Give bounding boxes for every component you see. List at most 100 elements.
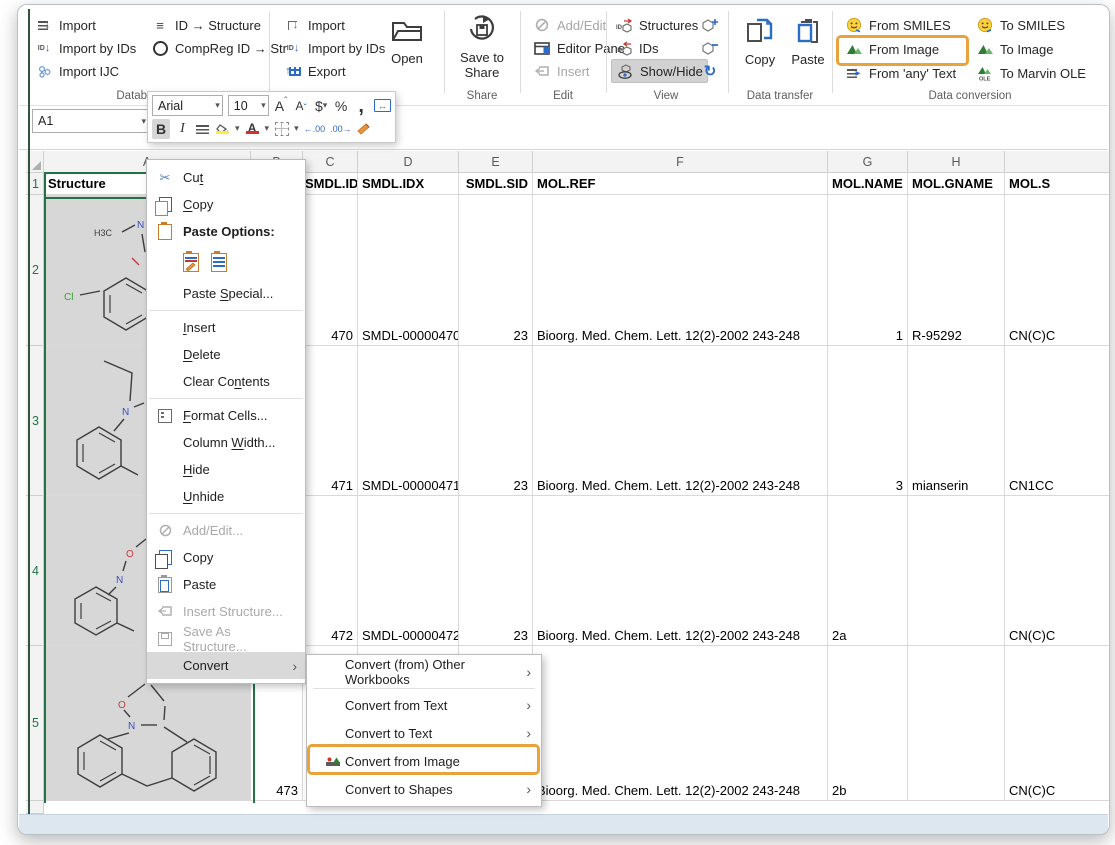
cell-i2[interactable]: CN(C)C [1005, 195, 1110, 346]
id-to-structure-button[interactable]: ≡ ID → Structure [151, 14, 261, 36]
paste-keep-formatting-button[interactable] [183, 253, 199, 272]
cell-c1[interactable]: SMDL.ID [303, 173, 358, 195]
cell-i3[interactable]: CN1CC [1005, 346, 1110, 496]
bold-button[interactable]: B [152, 119, 170, 139]
cell-e2[interactable]: 23 [459, 195, 533, 346]
col-header-g[interactable]: G [828, 151, 908, 173]
io-import-by-ids-button[interactable]: ID↓ Import by IDs [284, 37, 385, 59]
compreg-id-to-str-button[interactable]: CompReg ID → Str [151, 37, 287, 59]
cell-h4[interactable] [908, 496, 1005, 646]
name-box[interactable]: A1 ▾ [32, 109, 149, 133]
import-button[interactable]: ↓ Import [35, 14, 96, 36]
font-size-select[interactable]: 10▾ [228, 95, 269, 116]
comma-style-button[interactable]: , [354, 96, 369, 116]
cell-f5[interactable]: Bioorg. Med. Chem. Lett. 12(2)-2002 243-… [533, 646, 828, 801]
cell-g3[interactable]: 3 [828, 346, 908, 496]
menu-item-convert[interactable]: Convert › [147, 652, 305, 679]
menu-item-paste-special[interactable]: Paste Special... [147, 280, 305, 307]
font-color-button[interactable]: A [245, 119, 260, 139]
menu-item-insert[interactable]: Insert [147, 314, 305, 341]
col-header-c[interactable]: C [303, 151, 358, 173]
cell-g1[interactable]: MOL.NAME [828, 173, 908, 195]
fill-color-button[interactable] [215, 119, 230, 139]
submenu-item-convert-to-text[interactable]: Convert to Text › [307, 719, 541, 747]
copy-button[interactable]: Copy [739, 17, 781, 67]
import-by-ids-button[interactable]: ID↓ Import by IDs [35, 37, 136, 59]
cell-c2[interactable]: 470 [303, 195, 358, 346]
cell-d4[interactable]: SMDL-00000472 [358, 496, 459, 646]
fill-color-caret-icon[interactable]: ▾ [235, 123, 240, 134]
cell-h5[interactable] [908, 646, 1005, 801]
submenu-item-convert-from-text[interactable]: Convert from Text › [307, 691, 541, 719]
cell-f1[interactable]: MOL.REF [533, 173, 828, 195]
col-header-i[interactable] [1005, 151, 1110, 173]
cell-g5[interactable]: 2b [828, 646, 908, 801]
cell-i1[interactable]: MOL.S [1005, 173, 1110, 195]
borders-caret-icon[interactable]: ▾ [294, 123, 299, 134]
cell-f4[interactable]: Bioorg. Med. Chem. Lett. 12(2)-2002 243-… [533, 496, 828, 646]
refresh-button[interactable]: ↻ [701, 60, 719, 82]
cell-e3[interactable]: 23 [459, 346, 533, 496]
menu-item-column-width[interactable]: Column Width... [147, 429, 305, 456]
editor-pane-button[interactable]: Editor Pane [533, 37, 625, 59]
show-hide-button[interactable]: Show/Hide [611, 59, 708, 83]
cell-c3[interactable]: 471 [303, 346, 358, 496]
menu-item-clear-contents[interactable]: Clear Contents [147, 368, 305, 395]
font-name-select[interactable]: Arial▾ [152, 95, 223, 116]
cell-h2[interactable]: R-95292 [908, 195, 1005, 346]
borders-button[interactable] [274, 119, 289, 139]
cell-i5[interactable]: CN(C)C [1005, 646, 1110, 801]
col-header-d[interactable]: D [358, 151, 459, 173]
cell-e1[interactable]: SMDL.SID [459, 173, 533, 195]
to-image-button[interactable]: To Image [976, 38, 1053, 60]
font-color-caret-icon[interactable]: ▾ [265, 123, 270, 134]
grow-font-button[interactable]: Aˆ [274, 96, 289, 116]
menu-item-cut[interactable]: ✂ Cut [147, 164, 305, 191]
cell-i4[interactable]: CN(C)C [1005, 496, 1110, 646]
to-marvin-ole-button[interactable]: OLE To Marvin OLE [976, 62, 1086, 84]
borders-lines-button[interactable] [195, 119, 210, 139]
new-structure-button[interactable] [701, 14, 719, 36]
io-import-button[interactable]: ↓ Import [284, 14, 345, 36]
paste-values-button[interactable] [211, 253, 227, 272]
open-button[interactable]: Open [379, 15, 435, 66]
submenu-item-convert-from-image[interactable]: Convert from Image [307, 747, 541, 775]
from-image-button[interactable]: From Image [845, 38, 939, 60]
cell-h3[interactable]: mianserin [908, 346, 1005, 496]
cell-g4[interactable]: 2a [828, 496, 908, 646]
cell-g2[interactable]: 1 [828, 195, 908, 346]
format-painter-button[interactable] [357, 119, 372, 139]
cell-f2[interactable]: Bioorg. Med. Chem. Lett. 12(2)-2002 243-… [533, 195, 828, 346]
cell-c4[interactable]: 472 [303, 496, 358, 646]
submenu-item-convert-to-shapes[interactable]: Convert to Shapes › [307, 775, 541, 803]
cell-e4[interactable]: 23 [459, 496, 533, 646]
cell-d1[interactable]: SMDL.IDX [358, 173, 459, 195]
decrease-decimal-button[interactable]: ←.00 [304, 119, 326, 139]
col-header-h[interactable]: H [908, 151, 1005, 173]
italic-button[interactable]: I [175, 119, 190, 139]
import-ijc-button[interactable]: Import IJC [35, 60, 119, 82]
menu-item-delete[interactable]: Delete [147, 341, 305, 368]
submenu-item-convert-from-other-workbooks[interactable]: Convert (from) Other Workbooks › [307, 658, 541, 686]
shrink-font-button[interactable]: Aˇ [294, 96, 309, 116]
menu-item-structure-copy[interactable]: Copy [147, 544, 305, 571]
export-button[interactable]: ↑ Export [284, 60, 346, 82]
increase-decimal-button[interactable]: .00→ [330, 119, 352, 139]
from-any-text-button[interactable]: ▸ From 'any' Text [845, 62, 956, 84]
cell-f3[interactable]: Bioorg. Med. Chem. Lett. 12(2)-2002 243-… [533, 346, 828, 496]
from-smiles-button[interactable]: From SMILES [845, 14, 951, 36]
menu-item-hide[interactable]: Hide [147, 456, 305, 483]
accounting-format-button[interactable]: $▾ [314, 96, 329, 116]
to-smiles-button[interactable]: To SMILES [976, 14, 1065, 36]
menu-item-unhide[interactable]: Unhide [147, 483, 305, 510]
paste-button[interactable]: Paste [787, 17, 829, 67]
cell-h1[interactable]: MOL.GNAME [908, 173, 1005, 195]
menu-item-structure-paste[interactable]: Paste [147, 571, 305, 598]
menu-item-format-cells[interactable]: Format Cells... [147, 402, 305, 429]
remove-structure-button[interactable] [701, 37, 719, 59]
menu-item-copy[interactable]: Copy [147, 191, 305, 218]
col-header-f[interactable]: F [533, 151, 828, 173]
view-structures-button[interactable]: ID Structures [615, 14, 698, 36]
cell-d2[interactable]: SMDL-00000470 [358, 195, 459, 346]
col-header-e[interactable]: E [459, 151, 533, 173]
